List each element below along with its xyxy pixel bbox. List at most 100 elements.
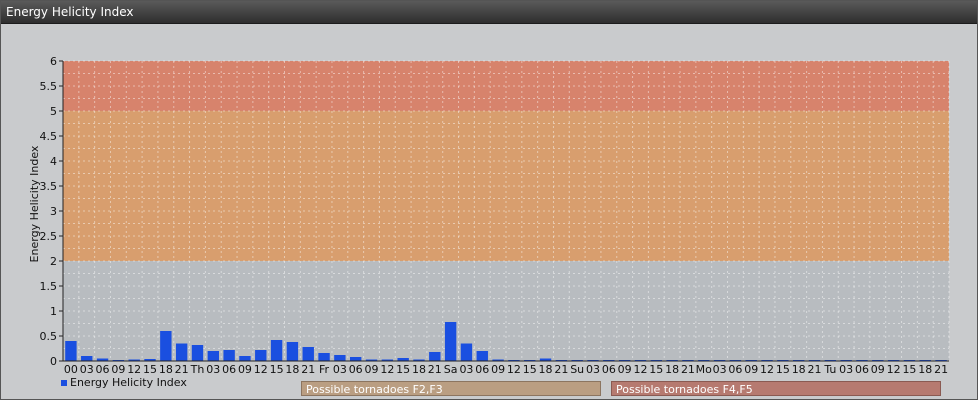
y-tick-label: 6 <box>50 55 57 68</box>
x-tick-label: 15 <box>902 363 916 376</box>
x-tick-label: 03 <box>839 363 853 376</box>
x-tick-label: 09 <box>365 363 379 376</box>
x-tick-label: 21 <box>428 363 442 376</box>
x-tick-label: Fr <box>319 363 330 376</box>
x-tick-label: 06 <box>475 363 489 376</box>
x-tick-label: 18 <box>792 363 806 376</box>
y-tick-label: 1.5 <box>40 280 58 293</box>
bar-09-11 <box>239 356 251 361</box>
x-tick-label: 18 <box>539 363 553 376</box>
x-tick-label: 21 <box>554 363 568 376</box>
x-tick-label: Mo <box>696 363 712 376</box>
x-tick-label: 18 <box>159 363 173 376</box>
x-tick-label: 21 <box>681 363 695 376</box>
x-tick-label: 21 <box>301 363 315 376</box>
x-tick-label: 03 <box>459 363 473 376</box>
x-tick-label: 06 <box>855 363 869 376</box>
bar-06-18 <box>350 357 362 361</box>
x-tick-labels: 00 03 06 09 12 15 18 21 Th 03 06 09 12 15 18 21 Fr 03 06 09… <box>64 363 948 376</box>
x-tick-label: 15 <box>776 363 790 376</box>
x-tick-label: 21 <box>175 363 189 376</box>
x-tick-label: 03 <box>333 363 347 376</box>
x-tick-label: 12 <box>760 363 774 376</box>
y-tick-label: 0 <box>50 355 57 368</box>
zone-label-f2-f3: Possible tornadoes F2,F3 <box>301 381 601 396</box>
x-tick-label: 15 <box>143 363 157 376</box>
x-tick-label: 06 <box>349 363 363 376</box>
bar-06-26 <box>476 351 488 361</box>
x-tick-label: 12 <box>127 363 141 376</box>
x-tick-label: 18 <box>285 363 299 376</box>
x-tick-label: 15 <box>270 363 284 376</box>
bar-21-7 <box>175 343 188 361</box>
x-tick-label: 15 <box>649 363 663 376</box>
x-tick-label: Tu <box>823 363 836 376</box>
bar-06-10 <box>223 350 235 361</box>
bar-Th-8 <box>191 345 204 361</box>
x-tick-label: 00 <box>64 363 78 376</box>
bar-18-14 <box>286 342 299 361</box>
x-tick-label: 09 <box>871 363 885 376</box>
x-tick-label: 06 <box>96 363 110 376</box>
bar-15-13 <box>270 340 283 361</box>
x-tick-label: 09 <box>238 363 252 376</box>
bar-03-25 <box>460 343 473 361</box>
x-tick-label: 06 <box>602 363 616 376</box>
x-tick-label: 12 <box>254 363 268 376</box>
bar-21-15 <box>302 347 314 361</box>
bar-03-1 <box>81 356 93 361</box>
bar-Fr-16 <box>318 353 330 361</box>
x-tick-label: 18 <box>918 363 932 376</box>
x-tick-label: 03 <box>586 363 600 376</box>
y-tick-label: 4 <box>50 155 57 168</box>
x-tick-label: 09 <box>111 363 125 376</box>
x-tick-label: Th <box>190 363 205 376</box>
legend: Energy Helicity Index <box>61 376 187 389</box>
bar-03-9 <box>207 351 219 361</box>
bar-00-0 <box>65 341 77 361</box>
chart: 00.511.522.533.544.555.56 00 03 06 09 12 15 18… <box>28 55 950 389</box>
x-tick-label: 03 <box>206 363 220 376</box>
x-tick-label: 12 <box>380 363 394 376</box>
legend-label: Energy Helicity Index <box>70 376 187 389</box>
y-tick-label: 2.5 <box>40 230 58 243</box>
y-tick-label: 5 <box>50 105 57 118</box>
x-tick-label: 12 <box>633 363 647 376</box>
chart-widget: Energy Helicity Index 0 0.5 1 1.5 2 2.5 3 3.5 4 4… <box>0 0 978 400</box>
x-tick-label: 12 <box>507 363 521 376</box>
x-tick-label: 09 <box>744 363 758 376</box>
bar-03-17 <box>334 355 346 361</box>
y-tick-label: 1 <box>50 305 57 318</box>
x-tick-label: 09 <box>491 363 505 376</box>
title-bar: Energy Helicity Index <box>1 1 977 24</box>
x-tick-label: 09 <box>618 363 632 376</box>
bar-21-23 <box>429 352 441 361</box>
y-tick-label: 3 <box>50 205 57 218</box>
bar-Sa-24 <box>444 322 457 361</box>
bar-18-6 <box>160 331 172 361</box>
y-tick-label: 3.5 <box>40 180 58 193</box>
zone-label-f4-f5: Possible tornadoes F4,F5 <box>611 381 941 396</box>
x-tick-label: 06 <box>222 363 236 376</box>
legend-swatch <box>61 380 67 386</box>
y-tick-label: 2 <box>50 255 57 268</box>
y-axis-label: Energy Helicity Index <box>28 145 41 262</box>
x-tick-label: 15 <box>396 363 410 376</box>
y-tick-label: 0.5 <box>40 330 58 343</box>
x-tick-label: 21 <box>934 363 948 376</box>
y-tick-label: 5.5 <box>40 80 58 93</box>
x-tick-label: 18 <box>665 363 679 376</box>
x-tick-label: 18 <box>412 363 426 376</box>
bar-12-12 <box>255 350 267 361</box>
x-tick-label: 03 <box>80 363 94 376</box>
x-tick-label: 12 <box>887 363 901 376</box>
y-tick-label: 4.5 <box>40 130 58 143</box>
x-tick-label: Sa <box>444 363 458 376</box>
x-tick-label: Su <box>570 363 584 376</box>
x-tick-label: 15 <box>523 363 537 376</box>
y-tick-labels: 0 0.5 1 1.5 2 2.5 3 3.5 4 4.5 5 5.5 6 <box>40 55 63 368</box>
x-tick-label: 06 <box>728 363 742 376</box>
x-tick-label: 21 <box>808 363 822 376</box>
window-title: Energy Helicity Index <box>6 5 134 19</box>
x-tick-label: 03 <box>713 363 727 376</box>
